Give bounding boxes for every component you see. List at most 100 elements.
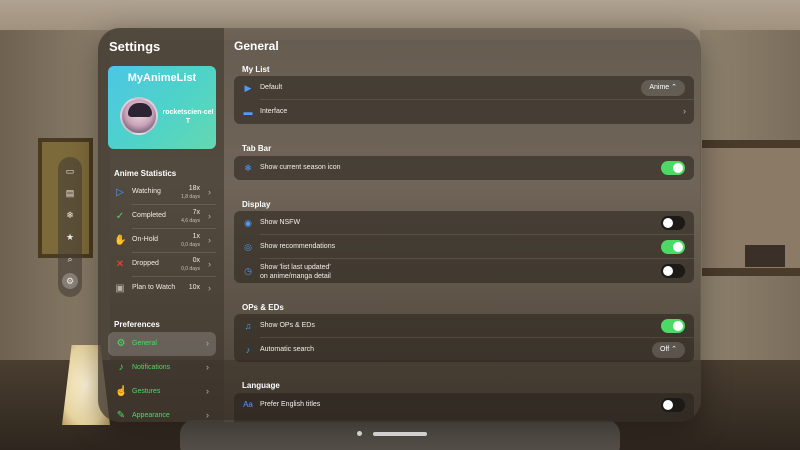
stat-days: 4,6 days xyxy=(181,218,200,224)
stat-count: 0x xyxy=(192,257,200,264)
chevron-right-icon: › xyxy=(208,235,211,245)
row-label: Show OPs & EDs xyxy=(260,322,315,329)
row-last-updated: ◷ Show 'list last updated' on anime/mang… xyxy=(234,259,694,283)
chevron-right-icon: › xyxy=(206,386,209,396)
group-language: Aa Prefer English titles xyxy=(234,393,694,422)
row-label-line2: on anime/manga detail xyxy=(260,273,331,280)
main-panel: General My List ▶ Default Anime ⌃ ▬ Inte… xyxy=(224,28,701,422)
stat-count: 7x xyxy=(192,209,200,216)
default-list-select[interactable]: Anime ⌃ xyxy=(641,80,685,96)
sidebar: Settings MyAnimeList rocketscien-ceIT An… xyxy=(98,28,224,422)
search-icon[interactable]: ⌕ xyxy=(62,251,78,267)
stat-row-on-hold[interactable]: ✋ On-Hold 1x 0,0 days › xyxy=(108,229,216,253)
row-recommendations: ◎ Show recommendations xyxy=(234,235,694,259)
row-label: Automatic search xyxy=(260,346,315,353)
chevron-right-icon: › xyxy=(683,106,686,116)
hand-tap-icon: ☝ xyxy=(115,386,128,397)
section-my-list: My List xyxy=(242,65,270,74)
section-language: Language xyxy=(242,381,280,390)
last-updated-toggle[interactable] xyxy=(661,264,685,278)
books xyxy=(745,245,785,267)
play-rectangle-icon: ▶ xyxy=(244,83,252,93)
sidebar-item-notifications[interactable]: ♪ Notifications › xyxy=(108,356,216,380)
row-default[interactable]: ▶ Default Anime ⌃ xyxy=(234,76,694,100)
sidebar-item-gestures[interactable]: ☝ Gestures › xyxy=(108,380,216,404)
stat-days: 0,0 days xyxy=(181,266,200,272)
snowflake-icon: ❄ xyxy=(244,163,252,173)
sidebar-item-label: Notifications xyxy=(132,364,171,371)
clock-icon: ◷ xyxy=(244,266,252,276)
section-tab-bar: Tab Bar xyxy=(242,144,272,153)
book-icon[interactable]: ▤ xyxy=(62,185,78,201)
stat-count: 10x xyxy=(188,284,200,291)
profile-brand: MyAnimeList xyxy=(127,72,197,84)
stats-title: Anime Statistics xyxy=(114,169,177,178)
checkmark-icon: ✓ xyxy=(115,211,125,222)
chevron-right-icon: › xyxy=(206,338,209,348)
row-label: Prefer English titles xyxy=(260,401,321,408)
stat-label: Watching xyxy=(132,188,161,195)
avatar xyxy=(120,97,158,135)
star-icon[interactable]: ★ xyxy=(62,229,78,245)
snowflake-icon[interactable]: ❄ xyxy=(62,207,78,223)
stat-row-plan-to-watch[interactable]: ▣ Plan to Watch 10x › xyxy=(108,277,216,301)
stat-days: 0,0 days xyxy=(181,242,200,248)
auto-search-select[interactable]: Off ⌃ xyxy=(651,342,685,358)
gear-icon: ⚙ xyxy=(116,338,126,349)
row-label: Show recommendations xyxy=(260,243,336,250)
english-titles-toggle[interactable] xyxy=(661,398,685,412)
section-display: Display xyxy=(242,200,271,209)
eye-slash-icon: ◉ xyxy=(244,218,252,228)
hand-icon: ✋ xyxy=(114,235,127,246)
row-label-line1: Show 'list last updated' xyxy=(260,264,331,271)
row-label: Default xyxy=(260,84,283,91)
chevron-right-icon: › xyxy=(208,211,211,221)
row-label: Show current season icon xyxy=(260,164,341,171)
stat-row-completed[interactable]: ✓ Completed 7x 4,6 days › xyxy=(108,205,216,229)
stat-row-watching[interactable]: ▷ Watching 18x 1,8 days › xyxy=(108,181,216,205)
stat-label: Completed xyxy=(132,212,166,219)
bell-icon: ♪ xyxy=(118,362,124,373)
group-display: ◉ Show NSFW ◎ Show recommendations ◷ Sho… xyxy=(234,211,694,283)
row-auto-search: ♪ Automatic search Off ⌃ xyxy=(234,338,694,362)
username: rocketscien-ceIT xyxy=(162,109,214,125)
chevron-right-icon: › xyxy=(208,283,211,293)
chevron-right-icon: › xyxy=(206,362,209,372)
sidebar-item-label: General xyxy=(132,340,157,347)
sidebar-item-label: Gestures xyxy=(132,388,161,395)
row-interface[interactable]: ▬ Interface › xyxy=(234,100,694,124)
stat-row-dropped[interactable]: ✕ Dropped 0x 0,0 days › xyxy=(108,253,216,277)
group-my-list: ▶ Default Anime ⌃ ▬ Interface › xyxy=(234,76,694,124)
sidebar-title: Settings xyxy=(109,39,161,54)
gear-icon[interactable]: ⚙ xyxy=(62,273,78,289)
window-grab-bar[interactable] xyxy=(373,432,427,436)
sidebar-item-appearance[interactable]: ✎ Appearance › xyxy=(108,404,216,422)
stat-label: On-Hold xyxy=(132,236,159,243)
music-notes-icon: ♫ xyxy=(244,321,252,331)
sidebar-item-general[interactable]: ⚙ General › xyxy=(108,332,216,356)
window-close-dot[interactable] xyxy=(357,431,362,436)
row-nsfw: ◉ Show NSFW xyxy=(234,211,694,235)
tv-icon[interactable]: ▭ xyxy=(62,163,78,179)
row-label: Show NSFW xyxy=(260,219,301,226)
x-mark-icon: ✕ xyxy=(115,259,125,270)
page-title: General xyxy=(234,39,279,53)
row-label: Interface xyxy=(260,108,288,115)
interface-icon: ▬ xyxy=(243,107,253,117)
group-ops-eds: ♫ Show OPs & EDs ♪ Automatic search Off … xyxy=(234,314,694,362)
recommendations-toggle[interactable] xyxy=(661,240,685,254)
chevron-right-icon: › xyxy=(206,410,209,420)
row-label: Show 'list last updated' on anime/manga … xyxy=(260,263,331,281)
profile-card[interactable]: MyAnimeList rocketscien-ceIT xyxy=(108,66,216,149)
play-icon: ▷ xyxy=(116,187,124,198)
calendar-icon: ▣ xyxy=(115,283,125,294)
stat-label: Plan to Watch xyxy=(132,284,176,291)
stat-days: 1,8 days xyxy=(181,194,200,200)
text-format-icon: Aa xyxy=(243,400,253,409)
stat-label: Dropped xyxy=(132,260,159,267)
show-ops-toggle[interactable] xyxy=(661,319,685,333)
season-icon-toggle[interactable] xyxy=(661,161,685,175)
chevron-right-icon: › xyxy=(208,187,211,197)
prefs-title: Preferences xyxy=(114,320,160,329)
nsfw-toggle[interactable] xyxy=(661,216,685,230)
